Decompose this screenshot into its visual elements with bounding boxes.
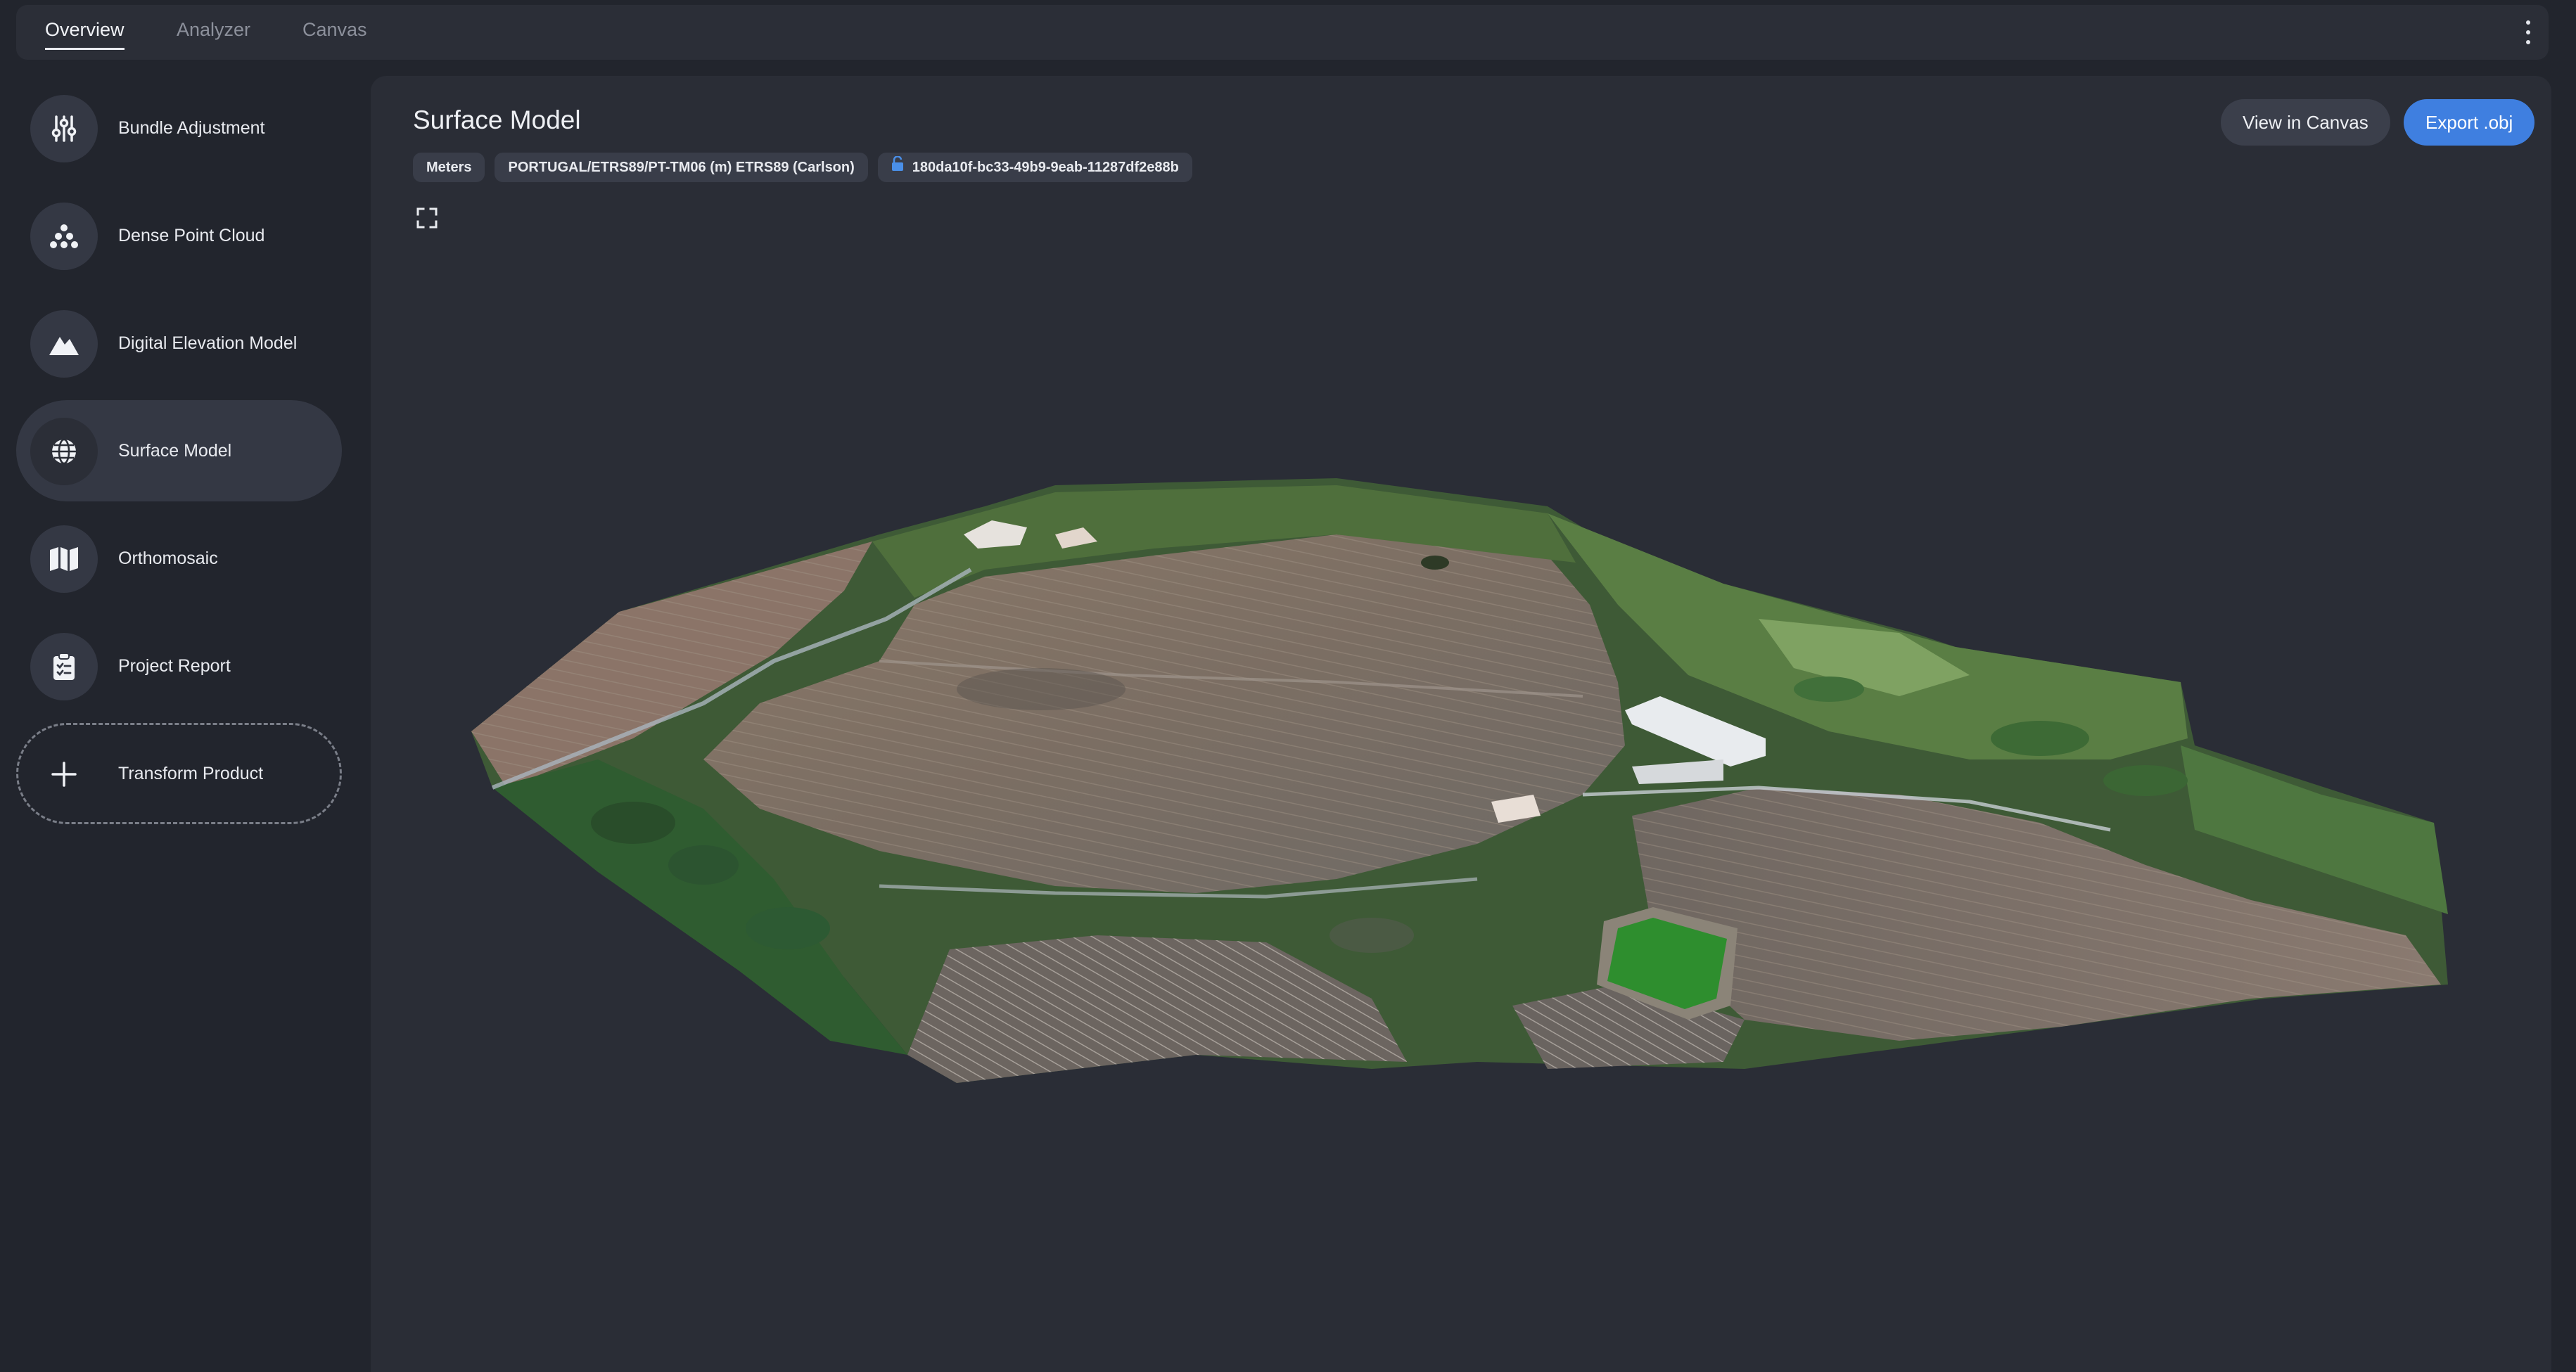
clipboard-icon: [30, 633, 98, 700]
unlock-icon: [891, 153, 904, 182]
product-id-chip[interactable]: 180da10f-bc33-49b9-9eab-11287df2e88b: [877, 153, 1192, 182]
sidebar-item-digital-elevation-model[interactable]: Digital Elevation Model: [16, 293, 342, 394]
sidebar-item-bundle-adjustment[interactable]: Bundle Adjustment: [16, 77, 342, 179]
plus-icon: [30, 741, 98, 808]
fullscreen-icon[interactable]: [416, 207, 438, 229]
sidebar-item-transform-product[interactable]: Transform Product: [16, 723, 342, 824]
3d-model-viewport[interactable]: [371, 76, 2551, 1372]
sidebar-item-label: Orthomosaic: [118, 549, 218, 568]
sliders-icon: [30, 95, 98, 162]
sidebar-item-project-report[interactable]: Project Report: [16, 615, 342, 717]
tab-canvas[interactable]: Canvas: [302, 19, 367, 48]
point-cloud-icon: [30, 203, 98, 270]
sidebar-item-surface-model[interactable]: Surface Model: [16, 400, 342, 501]
map-icon: [30, 525, 98, 593]
sidebar-item-label: Dense Point Cloud: [118, 226, 265, 245]
sidebar-item-label: Project Report: [118, 656, 231, 676]
crs-chip: PORTUGAL/ETRS89/PT-TM06 (m) ETRS89 (Carl…: [495, 153, 868, 182]
view-in-canvas-button[interactable]: View in Canvas: [2221, 99, 2390, 146]
sidebar-item-orthomosaic[interactable]: Orthomosaic: [16, 508, 342, 609]
units-chip-label: Meters: [426, 160, 472, 175]
product-id-label: 180da10f-bc33-49b9-9eab-11287df2e88b: [912, 160, 1179, 175]
tab-analyzer[interactable]: Analyzer: [177, 19, 250, 48]
sidebar-item-label: Digital Elevation Model: [118, 333, 298, 353]
sidebar-item-label: Bundle Adjustment: [118, 118, 265, 138]
top-nav-bar: Overview Analyzer Canvas: [16, 5, 2549, 60]
sidebar-item-label: Surface Model: [118, 441, 232, 461]
crs-chip-label: PORTUGAL/ETRS89/PT-TM06 (m) ETRS89 (Carl…: [508, 160, 855, 175]
units-chip: Meters: [413, 153, 485, 182]
export-obj-button[interactable]: Export .obj: [2404, 99, 2535, 146]
main-panel: Surface Model Meters PORTUGAL/ETRS89/PT-…: [371, 76, 2551, 1372]
sidebar-item-dense-point-cloud[interactable]: Dense Point Cloud: [16, 185, 342, 286]
tab-overview[interactable]: Overview: [45, 19, 125, 50]
sidebar-item-label: Transform Product: [118, 764, 264, 783]
product-metadata-chips: Meters PORTUGAL/ETRS89/PT-TM06 (m) ETRS8…: [413, 153, 1192, 182]
mountain-icon: [30, 310, 98, 378]
page-title: Surface Model: [413, 105, 581, 134]
globe-icon: [30, 418, 98, 485]
more-vertical-icon[interactable]: [2519, 20, 2537, 44]
